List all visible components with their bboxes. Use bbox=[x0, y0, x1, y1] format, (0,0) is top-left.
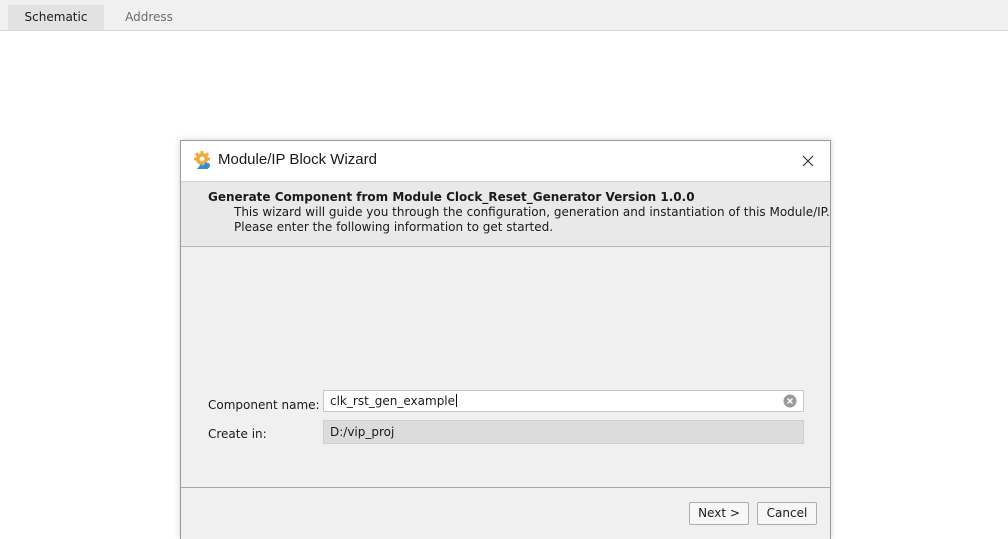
module-ip-block-wizard-dialog: Module/IP Block Wizard Generate Componen… bbox=[180, 140, 831, 539]
component-name-label: Component name: bbox=[208, 398, 320, 412]
wizard-gear-icon bbox=[194, 151, 211, 169]
cancel-button[interactable]: Cancel bbox=[757, 502, 817, 525]
component-name-value: clk_rst_gen_example bbox=[330, 394, 458, 408]
clear-input-icon[interactable] bbox=[783, 394, 797, 408]
create-in-label: Create in: bbox=[208, 427, 267, 441]
dialog-title: Module/IP Block Wizard bbox=[218, 151, 377, 168]
create-in-field: D:/vip_proj bbox=[323, 420, 804, 444]
wizard-description-line-1: This wizard will guide you through the c… bbox=[234, 205, 830, 219]
close-icon[interactable] bbox=[794, 147, 822, 175]
wizard-description-line-2: Please enter the following information t… bbox=[234, 220, 554, 234]
footer-divider bbox=[181, 487, 830, 488]
editor-tab-bar: Schematic Address bbox=[0, 0, 1008, 31]
create-in-value: D:/vip_proj bbox=[330, 425, 395, 439]
component-name-input[interactable]: clk_rst_gen_example bbox=[323, 390, 804, 412]
tab-schematic[interactable]: Schematic bbox=[8, 5, 104, 30]
wizard-header-title: Generate Component from Module Clock_Res… bbox=[208, 190, 695, 204]
dialog-titlebar: Module/IP Block Wizard bbox=[181, 141, 830, 181]
next-button[interactable]: Next > bbox=[689, 502, 749, 525]
tab-address[interactable]: Address bbox=[104, 5, 194, 30]
wizard-header-panel: Generate Component from Module Clock_Res… bbox=[181, 181, 830, 247]
